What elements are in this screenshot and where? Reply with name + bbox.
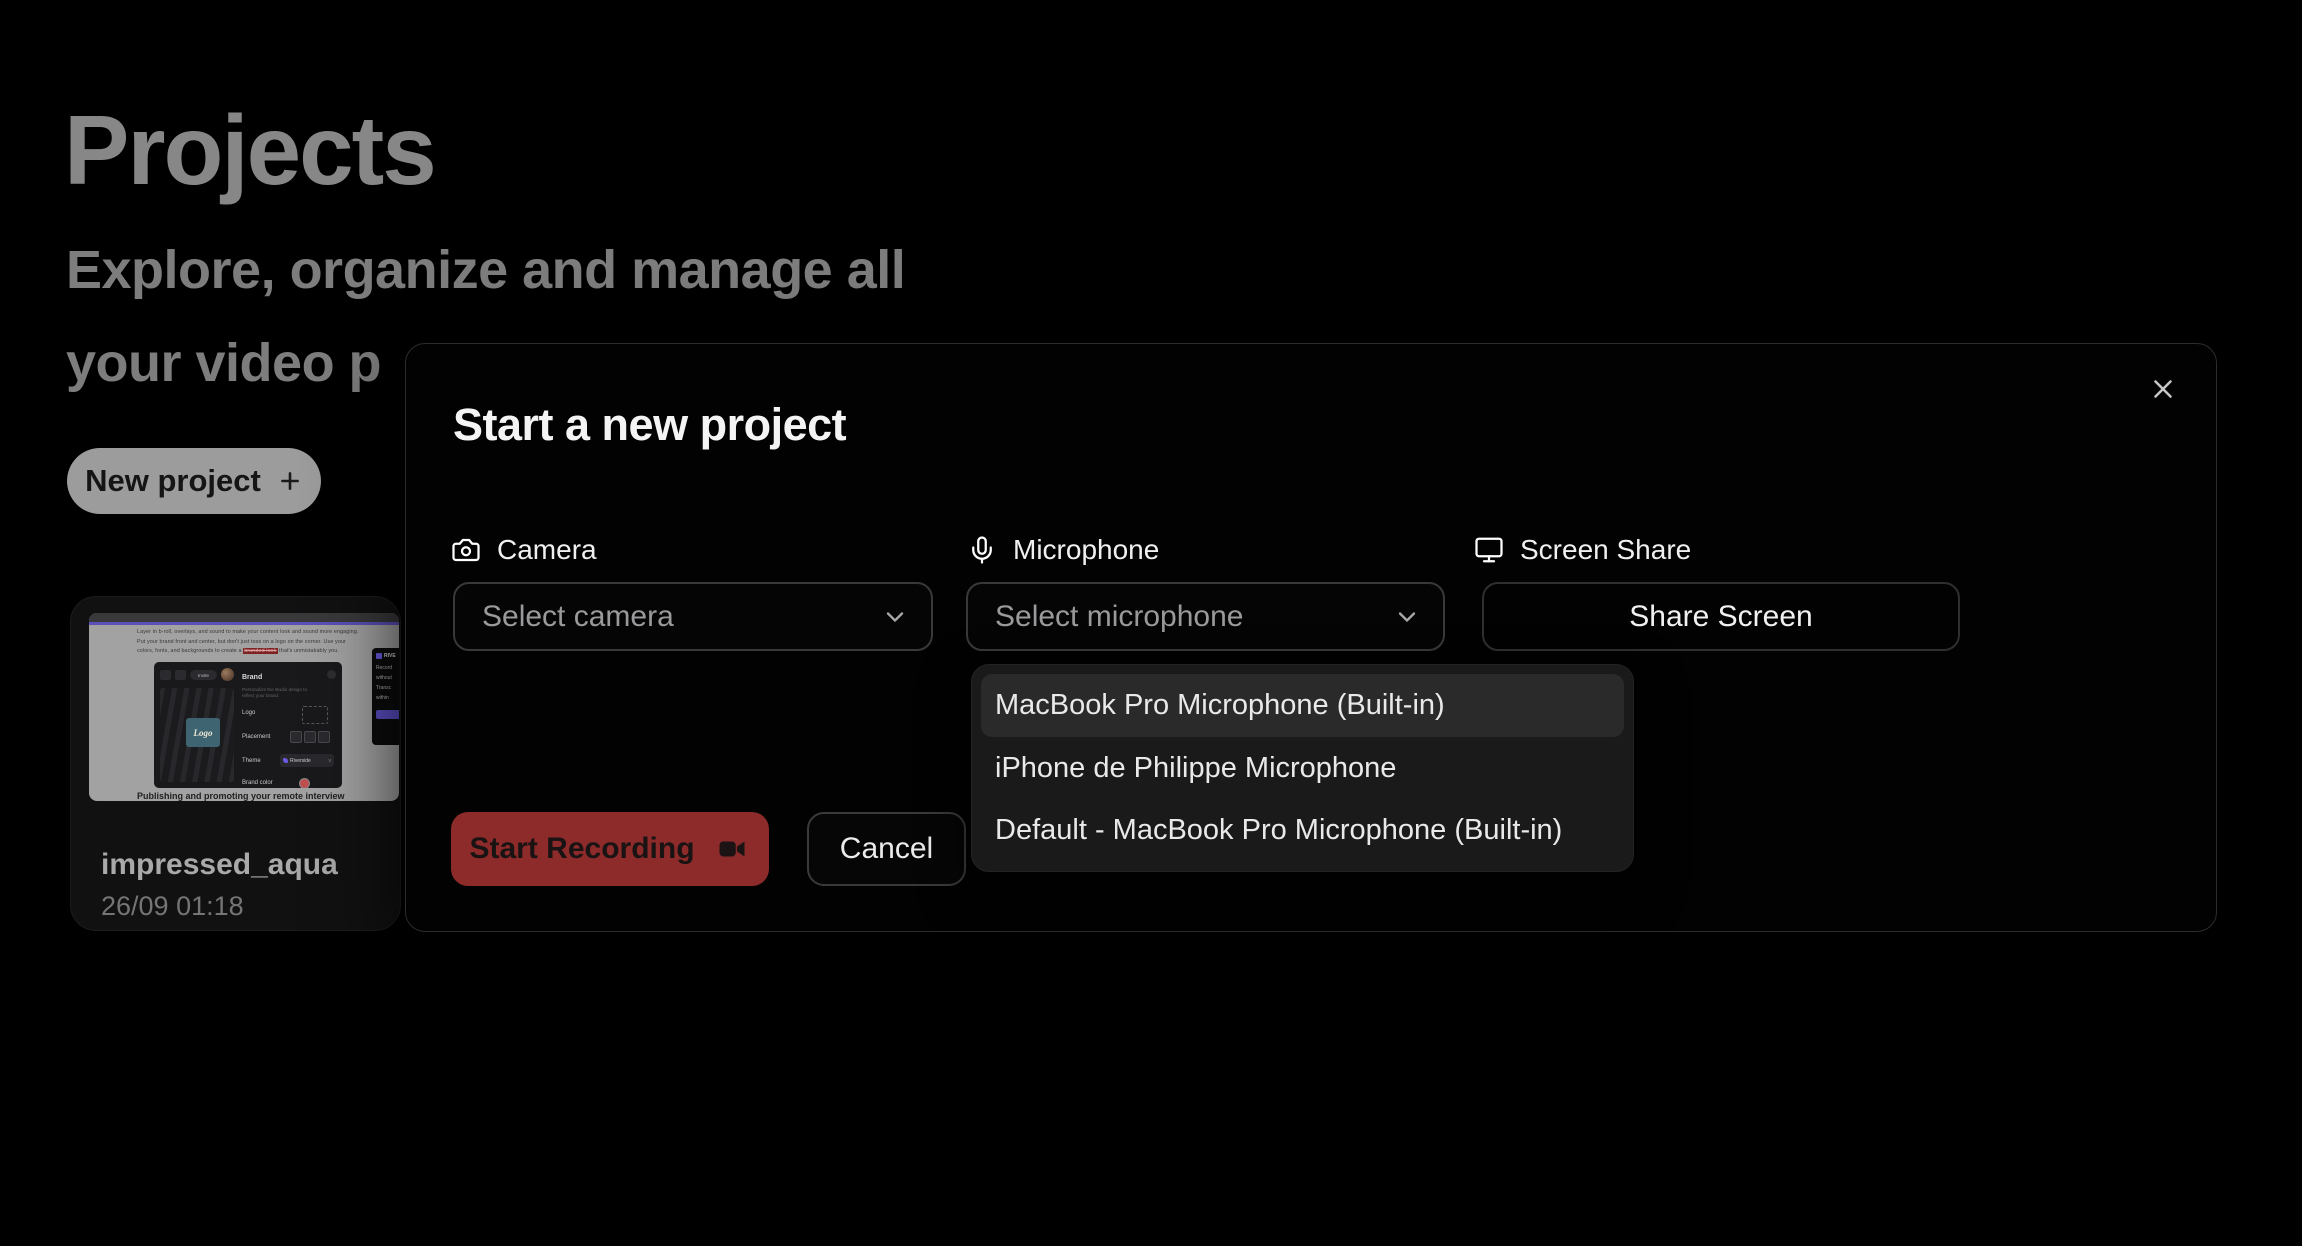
theme-leaf-icon — [283, 758, 288, 763]
project-card[interactable]: Layer in b-roll, overlays, and sound to … — [70, 596, 401, 931]
panel-tool-icon — [175, 670, 186, 680]
panel-placement-option — [318, 731, 330, 743]
camera-field-label: Camera — [451, 534, 597, 566]
project-name: impressed_aqua — [101, 848, 338, 882]
microphone-option-macbook[interactable]: MacBook Pro Microphone (Built-in) — [981, 674, 1624, 737]
thumbnail-paragraph-line2: Put your brand front and center, but don… — [137, 639, 346, 645]
riverside-logo-icon — [376, 653, 382, 659]
microphone-option-default[interactable]: Default - MacBook Pro Microphone (Built-… — [981, 799, 1624, 862]
panel-invite-button: Invite — [190, 670, 217, 680]
thumbnail-side-card: RIVE Record without Transc within — [372, 648, 399, 745]
panel-placement-option — [290, 731, 302, 743]
panel-theme-label: Theme — [242, 758, 261, 764]
panel-logo-upload-box — [302, 706, 328, 724]
panel-placement-label: Placement — [242, 734, 270, 740]
panel-tool-icon — [160, 670, 171, 680]
page-subtitle-line1: Explore, organize and manage all — [66, 239, 905, 301]
microphone-icon — [967, 535, 997, 565]
thumbnail-paragraph-line1: Layer in b-roll, overlays, and sound to … — [137, 629, 358, 635]
camera-select-value: Select camera — [482, 600, 881, 634]
brand-color-swatch — [299, 778, 310, 788]
close-icon — [2148, 374, 2178, 404]
microphone-select-value: Select microphone — [995, 600, 1393, 634]
new-project-label: New project — [85, 463, 261, 499]
app-root: Projects Explore, organize and manage al… — [0, 0, 2302, 1246]
panel-close-circle — [327, 670, 336, 679]
microphone-option-iphone[interactable]: iPhone de Philippe Microphone — [981, 737, 1624, 800]
thumbnail-browser-chrome — [89, 613, 399, 622]
new-project-button[interactable]: New project — [67, 448, 321, 514]
screen-share-field-label: Screen Share — [1474, 534, 1691, 566]
share-screen-button[interactable]: Share Screen — [1482, 582, 1960, 651]
page-subtitle-line2: your video p — [66, 332, 381, 394]
project-timestamp: 26/09 01:18 — [101, 891, 244, 922]
thumbnail-redline-text: branded look — [243, 648, 277, 654]
start-recording-button[interactable]: Start Recording — [451, 812, 769, 886]
thumbnail-bottom-heading: Publishing and promoting your remote int… — [137, 791, 345, 801]
chevron-down-icon — [881, 603, 909, 631]
microphone-select[interactable]: Select microphone — [966, 582, 1445, 651]
cancel-button[interactable]: Cancel — [807, 812, 966, 886]
thumbnail-paragraph-line3: colors, fonts, and backgrounds to create… — [137, 648, 339, 654]
caret-down-icon: v — [329, 758, 332, 764]
page-title: Projects — [64, 94, 435, 207]
avatar — [221, 668, 234, 681]
modal-title: Start a new project — [453, 399, 846, 451]
thumbnail-studio-panel: Invite Logo Brand Personalize the studio… — [154, 662, 342, 788]
panel-video-preview: Logo — [160, 688, 234, 782]
project-thumbnail: Layer in b-roll, overlays, and sound to … — [89, 613, 399, 801]
side-card-cta-button — [376, 710, 399, 719]
panel-placement-option — [304, 731, 316, 743]
camera-icon — [451, 535, 481, 565]
plus-icon — [277, 468, 303, 494]
microphone-field-label: Microphone — [967, 534, 1159, 566]
panel-brand-label: Brand — [242, 674, 262, 681]
panel-caption-line2: reflect your brand. — [242, 693, 279, 698]
camera-select[interactable]: Select camera — [453, 582, 933, 651]
monitor-icon — [1474, 535, 1504, 565]
panel-logo-label: Logo — [242, 710, 255, 716]
side-card-brand: RIVE — [384, 653, 396, 659]
video-camera-icon — [713, 834, 751, 864]
microphone-dropdown-menu: MacBook Pro Microphone (Built-in) iPhone… — [971, 664, 1634, 872]
logo-chip: Logo — [186, 718, 220, 747]
thumbnail-accent-line — [89, 622, 399, 625]
panel-brand-color-label: Brand color — [242, 780, 273, 786]
start-new-project-modal: Start a new project Camera Microphone Sc… — [405, 343, 2217, 932]
chevron-down-icon — [1393, 603, 1421, 631]
close-button[interactable] — [2142, 368, 2184, 410]
panel-caption-line1: Personalize the studio design to — [242, 687, 307, 692]
panel-theme-select: Riverside v — [280, 754, 334, 767]
